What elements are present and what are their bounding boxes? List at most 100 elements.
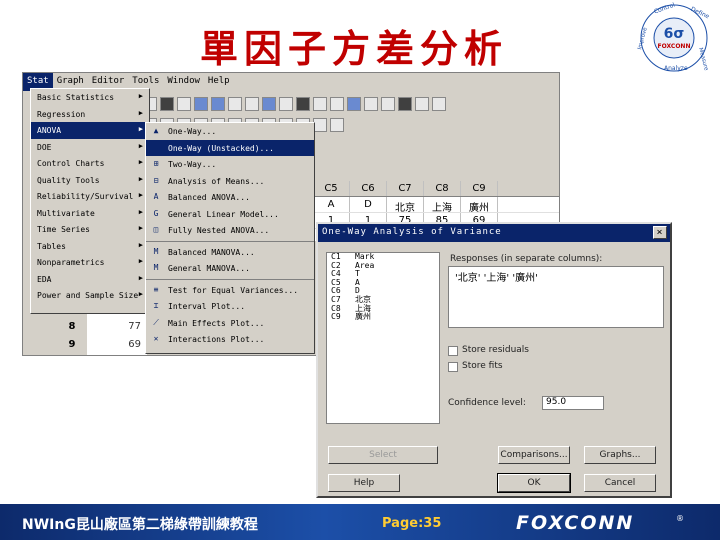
stop-icon[interactable]	[160, 97, 174, 111]
anova-menu-item[interactable]: M General MANOVA...	[146, 260, 314, 277]
close-icon[interactable]: ×	[653, 226, 667, 239]
stat-menu-item[interactable]: Power and Sample Size ▶	[31, 287, 149, 304]
menu-help[interactable]: Help	[204, 73, 234, 91]
row-number[interactable]: 8	[57, 319, 87, 337]
col-name[interactable]: 北京	[387, 197, 424, 214]
stat-menu-item[interactable]: Time Series ▶	[31, 221, 149, 238]
menu-separator	[146, 278, 314, 280]
stat-menu-item[interactable]: Multivariate ▶	[31, 205, 149, 222]
stat-menu-item[interactable]: Nonparametrics ▶	[31, 254, 149, 271]
col-header[interactable]: C5	[313, 181, 350, 196]
menu-item-icon: ≡	[153, 284, 159, 294]
graph-folder-icon[interactable]	[262, 97, 276, 111]
help-button[interactable]: Help	[328, 474, 400, 492]
layout-icon[interactable]	[296, 97, 310, 111]
col-name[interactable]: 廣州	[461, 197, 498, 214]
menu-item-icon: ✕	[153, 334, 159, 343]
worksheet-icon[interactable]	[211, 97, 225, 111]
arrange-icon[interactable]	[364, 97, 378, 111]
comparisons-button[interactable]: Comparisons...	[498, 446, 570, 464]
col-name[interactable]: D	[350, 197, 387, 212]
menu-item-label: Interactions Plot...	[168, 335, 265, 344]
logo-line-analyze: Analyze	[664, 65, 688, 72]
footer-bar: NWInG昆山廠區第二梯綠帶訓練教程 Page:35 FOXCONN ®	[0, 504, 720, 540]
col-header[interactable]: C9	[461, 181, 498, 196]
cell[interactable]: 77	[87, 319, 147, 337]
menu-item-icon: ⊞	[153, 159, 159, 168]
variable-row[interactable]: C4 T	[327, 270, 439, 279]
store-fits-checkbox[interactable]	[448, 362, 458, 372]
select-button[interactable]: Select	[328, 446, 438, 464]
dialog-title: One-Way Analysis of Variance	[322, 227, 502, 237]
stat-menu-item[interactable]: Basic Statistics ▶	[31, 89, 149, 106]
row-number[interactable]: 9	[57, 337, 87, 355]
stat-menu-item[interactable]: DOE ▶	[31, 139, 149, 156]
variable-row[interactable]: C2 Area	[327, 261, 439, 271]
chart-icon[interactable]	[415, 97, 429, 111]
project-icon[interactable]	[347, 97, 361, 111]
anova-menu-item[interactable]: ⌶ Interval Plot...	[146, 298, 314, 315]
anova-menu-item[interactable]: ▲ One-Way...	[146, 123, 314, 140]
col-name[interactable]: A	[313, 197, 350, 212]
col-header[interactable]: C7	[387, 181, 424, 196]
session-icon[interactable]	[194, 97, 208, 111]
anova-menu-item[interactable]: ◫ Fully Nested ANOVA...	[146, 222, 314, 239]
variable-row[interactable]: C5 A	[327, 278, 439, 288]
footer-course-title: NWInG昆山廠區第二梯綠帶訓練教程	[22, 517, 258, 533]
info-icon[interactable]	[228, 97, 242, 111]
anova-menu-item[interactable]: ▲ One-Way (Unstacked)...	[146, 139, 314, 156]
graphs-button[interactable]: Graphs...	[584, 446, 656, 464]
stat-menu-item[interactable]: ANOVA ▶	[31, 122, 149, 139]
menu-item-label: Time Series	[37, 225, 90, 234]
stat-menu-item[interactable]: Regression ▶	[31, 106, 149, 123]
anova-menu-item[interactable]: ⊟ Analysis of Means...	[146, 173, 314, 190]
stat-menu-item[interactable]: Control Charts ▶	[31, 155, 149, 172]
six-sigma-logo: Control Define Measure Analyze Improve 6…	[637, 2, 710, 72]
submenu-arrow-icon: ▶	[138, 207, 143, 216]
stat-menu-item[interactable]: Reliability/Survival ▶	[31, 188, 149, 205]
menu-item-label: Test for Equal Variances...	[168, 285, 299, 295]
tools-icon[interactable]	[432, 97, 446, 111]
align-icon[interactable]	[381, 97, 395, 111]
menu-window[interactable]: Window	[163, 73, 204, 91]
confidence-input[interactable]: 95.0	[542, 396, 604, 410]
col-name[interactable]: 上海	[424, 197, 461, 214]
anova-menu-item[interactable]: M Balanced MANOVA...	[146, 244, 314, 261]
anova-submenu: ▲ One-Way... ▲ One-Way (Unstacked)... ⊞ Two-W…	[145, 122, 315, 354]
brush-mode-icon[interactable]	[313, 118, 327, 132]
ok-button[interactable]: OK	[497, 473, 571, 493]
edit-icon[interactable]	[177, 97, 191, 111]
table-icon[interactable]	[330, 97, 344, 111]
menu-item-icon: G	[153, 208, 159, 218]
stat-menu-item[interactable]: Quality Tools ▶	[31, 172, 149, 189]
stat-menu-item[interactable]: Tables ▶	[31, 238, 149, 255]
calc-icon[interactable]	[313, 97, 327, 111]
variable-row[interactable]: C6 D	[327, 287, 439, 296]
history-icon[interactable]	[245, 97, 259, 111]
cell[interactable]: 69	[87, 337, 147, 355]
anova-menu-item[interactable]: G General Linear Model...	[146, 206, 314, 223]
anova-menu-item[interactable]: ✕ Interactions Plot...	[146, 331, 314, 348]
variable-row[interactable]: C1 Mark	[327, 252, 439, 262]
col-header[interactable]: C8	[424, 181, 461, 196]
variable-row[interactable]: C7 北京	[327, 295, 439, 305]
store-residuals-checkbox[interactable]	[448, 346, 458, 356]
col-header[interactable]: C6	[350, 181, 387, 196]
report-icon[interactable]	[279, 97, 293, 111]
variable-row[interactable]: C9 廣州	[327, 313, 439, 322]
anova-menu-item[interactable]: ⊞ Two-Way...	[146, 156, 314, 173]
cancel-button[interactable]: Cancel	[584, 474, 656, 492]
anova-menu-item[interactable]: ≡ Test for Equal Variances...	[146, 282, 314, 299]
store-fits-label: Store fits	[462, 361, 503, 371]
variable-row[interactable]: C8 上海	[327, 304, 439, 314]
anova-menu-item[interactable]: A Balanced ANOVA...	[146, 189, 314, 206]
stat-menu-item[interactable]: EDA ▶	[31, 271, 149, 288]
anova-menu-item[interactable]: ⟋ Main Effects Plot...	[146, 315, 314, 332]
submenu-arrow-icon: ▶	[138, 174, 143, 183]
responses-field[interactable]: '北京' '上海' '廣州'	[448, 266, 664, 328]
brush-icon[interactable]	[398, 97, 412, 111]
select-mode-icon[interactable]	[330, 118, 344, 132]
registered-mark: ®	[676, 514, 684, 523]
slide: 單因子方差分析 Control Define Measure Analyze I…	[0, 0, 720, 540]
variable-list[interactable]: C1 Mark C2 Area C4 T C5 A C6 D C7 北京 C8 上海 C9 廣州	[326, 252, 440, 424]
